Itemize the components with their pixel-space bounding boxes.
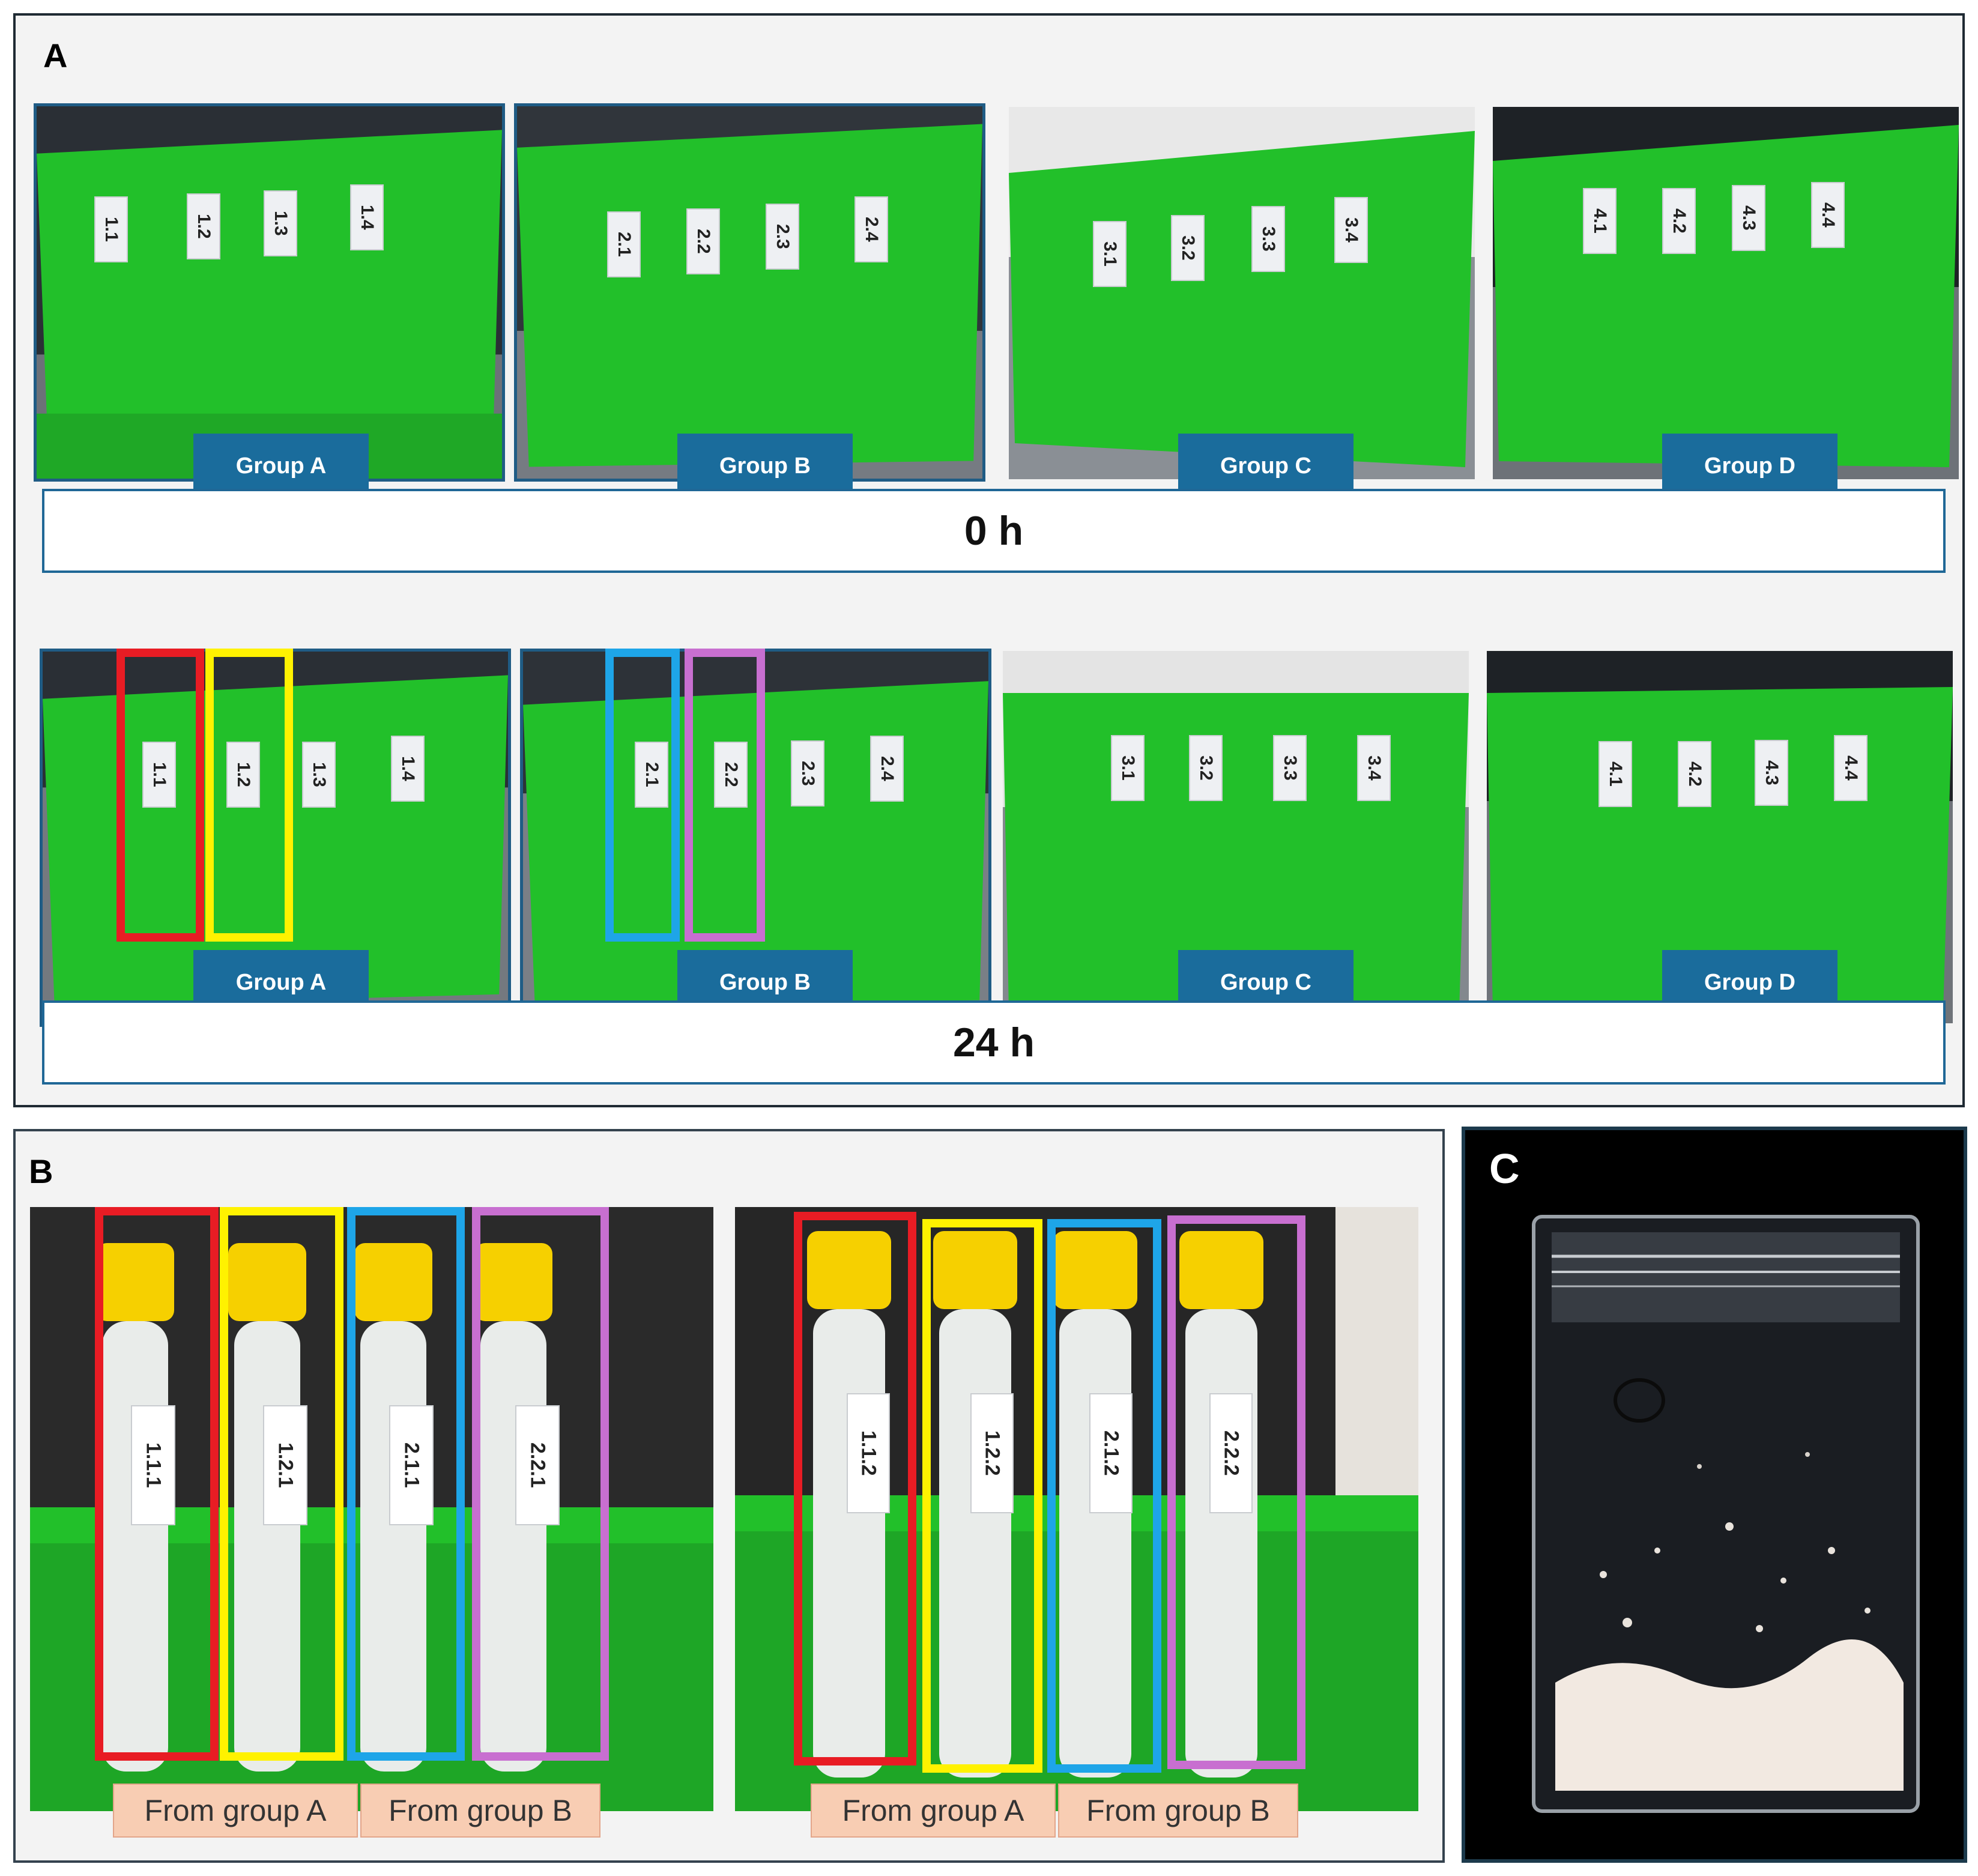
time-label-24h: 24 h [42,1000,1946,1085]
tube-label: 4.4 [1811,182,1845,248]
tube-label: 2.1 [607,211,641,277]
tube-label: 1.3 [264,190,297,256]
tube-label: 2.4 [870,736,904,802]
highlight-box-yellow [220,1207,343,1761]
time-label-0h: 0 h [42,489,1946,573]
powder-bag-image [1531,1214,1922,1815]
tube-label: 4.3 [1732,185,1765,251]
tube-label: 1.3 [302,742,336,808]
tube-label: 2.3 [791,740,824,806]
photo-0h-group-a: 1.1 1.2 1.3 1.4 [34,103,505,482]
panel-label: C [1489,1145,1520,1192]
highlight-box-cyan [605,649,680,942]
highlight-box-magenta [685,649,765,942]
photo-0h-group-d: 4.1 4.2 4.3 4.4 [1493,107,1959,479]
tube-label: 4.3 [1755,740,1788,806]
tube-label: 2.4 [854,196,888,262]
tube-label: 3.1 [1111,735,1145,801]
tube-label: 2.2 [686,208,720,274]
tube-label: 3.4 [1334,197,1368,263]
panel-label: A [43,37,68,74]
highlight-box-cyan [1047,1219,1161,1773]
tube-label: 4.1 [1598,741,1632,807]
tube-label: 3.2 [1171,215,1205,281]
panel-label: B [29,1152,53,1190]
highlight-box-yellow [922,1219,1042,1773]
tube-label: 4.4 [1834,735,1868,801]
tube-label: 3.1 [1093,221,1127,287]
highlight-box-magenta [472,1207,609,1761]
tube-label: 1.4 [350,184,384,250]
source-tag-group-a: From group A [113,1784,358,1838]
highlight-box-cyan [347,1207,465,1761]
highlight-box-red [794,1212,916,1766]
highlight-box-red [116,649,204,942]
tube-label: 4.2 [1678,741,1711,807]
tube-label: 1.1 [94,196,128,262]
panel-c: C [1462,1127,1967,1863]
tube-label: 4.1 [1583,188,1617,254]
highlight-box-magenta [1167,1215,1305,1769]
tube-label: 1.4 [391,736,425,802]
photo-0h-group-c: 3.1 3.2 3.3 3.4 [1009,107,1475,479]
tube-label: 3.4 [1357,735,1391,801]
tube-label: 2.3 [766,204,799,270]
photo-0h-group-b: 2.1 2.2 2.3 2.4 [514,103,985,482]
tube-label: 3.2 [1189,735,1223,801]
source-tag-group-b: From group B [1058,1784,1298,1838]
source-tag-group-a: From group A [811,1784,1056,1838]
tube-label: 3.3 [1251,206,1285,272]
highlight-box-red [95,1207,219,1761]
tube-label: 3.3 [1273,735,1307,801]
tube-label: 4.2 [1662,188,1696,254]
source-tag-group-b: From group B [360,1784,600,1838]
highlight-box-yellow [205,649,293,942]
panel-a: A 1.1 1.2 1.3 1.4 2.1 2.2 2.3 2.4 3.1 3.… [13,13,1965,1107]
panel-b: B 1.1.1 1.2.1 2.1.1 2.2.1 From group A F… [13,1129,1445,1863]
tube-label: 1.2 [187,193,220,259]
